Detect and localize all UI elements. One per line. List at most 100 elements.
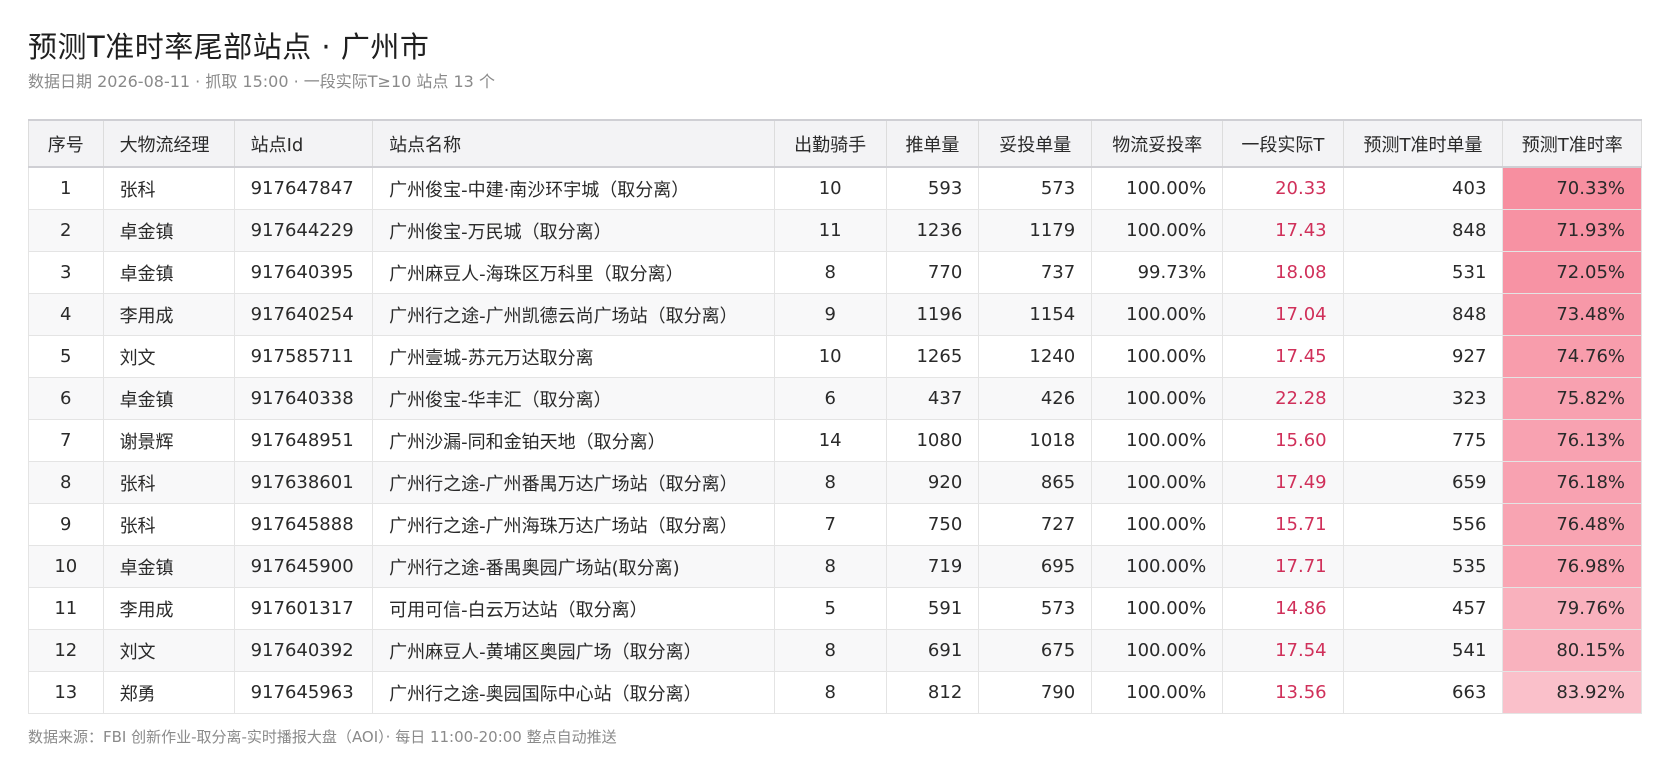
cell-index: 11	[28, 587, 104, 630]
cell-predicted-ontime-rate: 80.15%	[1502, 629, 1642, 672]
cell-riders: 10	[773, 335, 887, 378]
cell-pushed-orders: 812	[885, 671, 980, 714]
col-header-delivery-rate[interactable]: 物流妥投率	[1091, 119, 1224, 168]
cell-predicted-ontime-rate: 73.48%	[1502, 293, 1642, 336]
cell-index: 10	[28, 545, 104, 588]
cell-predicted-ontime-rate: 74.76%	[1502, 335, 1642, 378]
cell-manager: 李用成	[102, 293, 235, 336]
cell-pushed-orders: 593	[885, 166, 980, 210]
table-row[interactable]: 5 刘文 917585711 广州壹城-苏元万达取分离 10 1265 1240 100.00…	[28, 335, 1642, 378]
cell-station-id: 917640392	[233, 629, 374, 672]
cell-riders: 8	[773, 461, 887, 504]
cell-manager: 谢景辉	[102, 419, 235, 462]
table-row[interactable]: 13 郑勇 917645963 广州行之途-奥园国际中心站（取分离） 8 812 790 10…	[28, 671, 1642, 714]
table-row[interactable]: 2 卓金镇 917644229 广州俊宝-万民城（取分离） 11 1236 1179 100.…	[28, 209, 1642, 252]
col-header-station-name[interactable]: 站点名称	[372, 119, 775, 168]
cell-actual-t: 14.86	[1222, 587, 1344, 630]
cell-predicted-ontime-rate: 76.13%	[1502, 419, 1642, 462]
cell-predicted-ontime-orders: 848	[1342, 293, 1504, 336]
cell-manager: 张科	[102, 503, 235, 546]
col-header-manager[interactable]: 大物流经理	[102, 119, 235, 168]
col-header-index[interactable]: 序号	[28, 119, 104, 168]
table-row[interactable]: 8 张科 917638601 广州行之途-广州番禺万达广场站（取分离） 8 920 865 1…	[28, 461, 1642, 504]
cell-manager: 卓金镇	[102, 377, 235, 420]
cell-pushed-orders: 1080	[885, 419, 980, 462]
cell-pushed-orders: 1196	[885, 293, 980, 336]
cell-delivered-orders: 1018	[978, 419, 1093, 462]
cell-station-id: 917647847	[233, 166, 374, 210]
cell-predicted-ontime-rate: 71.93%	[1502, 209, 1642, 252]
cell-index: 2	[28, 209, 104, 252]
cell-manager: 卓金镇	[102, 209, 235, 252]
cell-station-name: 可用可信-白云万达站（取分离）	[372, 587, 775, 630]
cell-riders: 14	[773, 419, 887, 462]
table-row[interactable]: 6 卓金镇 917640338 广州俊宝-华丰汇（取分离） 6 437 426 100.00%…	[28, 377, 1642, 420]
cell-index: 6	[28, 377, 104, 420]
cell-delivery-rate: 99.73%	[1091, 251, 1224, 294]
col-header-actual-t[interactable]: 一段实际T	[1222, 119, 1344, 168]
cell-actual-t: 22.28	[1222, 377, 1344, 420]
cell-riders: 5	[773, 587, 887, 630]
cell-delivered-orders: 1240	[978, 335, 1093, 378]
cell-riders: 9	[773, 293, 887, 336]
cell-delivered-orders: 573	[978, 166, 1093, 210]
table-row[interactable]: 4 李用成 917640254 广州行之途-广州凯德云尚广场站（取分离） 9 1196 11…	[28, 293, 1642, 336]
cell-station-id: 917640254	[233, 293, 374, 336]
cell-riders: 7	[773, 503, 887, 546]
table-row[interactable]: 9 张科 917645888 广州行之途-广州海珠万达广场站（取分离） 7 750 727 1…	[28, 503, 1642, 546]
cell-predicted-ontime-rate: 76.98%	[1502, 545, 1642, 588]
cell-station-name: 广州行之途-广州海珠万达广场站（取分离）	[372, 503, 775, 546]
cell-delivery-rate: 100.00%	[1091, 629, 1224, 672]
table-row[interactable]: 7 谢景辉 917648951 广州沙漏-同和金铂天地（取分离） 14 1080 1018 1…	[28, 419, 1642, 462]
cell-pushed-orders: 719	[885, 545, 980, 588]
cell-station-id: 917645900	[233, 545, 374, 588]
col-header-predicted-ontime-rate[interactable]: 预测T准时率	[1502, 119, 1642, 168]
cell-delivery-rate: 100.00%	[1091, 166, 1224, 210]
cell-pushed-orders: 437	[885, 377, 980, 420]
cell-manager: 刘文	[102, 335, 235, 378]
table-row[interactable]: 3 卓金镇 917640395 广州麻豆人-海珠区万科里（取分离） 8 770 737 99.…	[28, 251, 1642, 294]
cell-station-name: 广州壹城-苏元万达取分离	[372, 335, 775, 378]
cell-station-id: 917640395	[233, 251, 374, 294]
cell-station-name: 广州沙漏-同和金铂天地（取分离）	[372, 419, 775, 462]
cell-actual-t: 15.60	[1222, 419, 1344, 462]
cell-index: 4	[28, 293, 104, 336]
cell-delivery-rate: 100.00%	[1091, 587, 1224, 630]
col-header-pushed-orders[interactable]: 推单量	[885, 119, 980, 168]
cell-actual-t: 17.45	[1222, 335, 1344, 378]
cell-station-id: 917645888	[233, 503, 374, 546]
cell-delivered-orders: 695	[978, 545, 1093, 588]
tail-stations-table: 序号 大物流经理 站点Id 站点名称 出勤骑手 推单量 妥投单量 物流妥投率 一…	[28, 119, 1642, 714]
table-row[interactable]: 11 李用成 917601317 可用可信-白云万达站（取分离） 5 591 573 100.…	[28, 587, 1642, 630]
cell-index: 5	[28, 335, 104, 378]
cell-delivery-rate: 100.00%	[1091, 461, 1224, 504]
cell-actual-t: 17.43	[1222, 209, 1344, 252]
table-row[interactable]: 1 张科 917647847 广州俊宝-中建·南沙环宇城（取分离） 10 593 573 10…	[28, 166, 1642, 210]
cell-index: 13	[28, 671, 104, 714]
table-row[interactable]: 10 卓金镇 917645900 广州行之途-番禺奥园广场站(取分离) 8 719 695 1…	[28, 545, 1642, 588]
cell-riders: 8	[773, 629, 887, 672]
cell-predicted-ontime-orders: 457	[1342, 587, 1504, 630]
cell-pushed-orders: 750	[885, 503, 980, 546]
cell-predicted-ontime-rate: 70.33%	[1502, 166, 1642, 210]
cell-station-name: 广州麻豆人-海珠区万科里（取分离）	[372, 251, 775, 294]
cell-station-name: 广州行之途-广州番禺万达广场站（取分离）	[372, 461, 775, 504]
cell-predicted-ontime-orders: 403	[1342, 166, 1504, 210]
cell-station-id: 917601317	[233, 587, 374, 630]
cell-station-name: 广州行之途-广州凯德云尚广场站（取分离）	[372, 293, 775, 336]
cell-manager: 刘文	[102, 629, 235, 672]
col-header-predicted-ontime-orders[interactable]: 预测T准时单量	[1342, 119, 1504, 168]
cell-station-id: 917585711	[233, 335, 374, 378]
col-header-riders[interactable]: 出勤骑手	[773, 119, 887, 168]
cell-predicted-ontime-orders: 541	[1342, 629, 1504, 672]
cell-riders: 8	[773, 251, 887, 294]
col-header-delivered-orders[interactable]: 妥投单量	[978, 119, 1093, 168]
cell-predicted-ontime-orders: 927	[1342, 335, 1504, 378]
cell-delivered-orders: 573	[978, 587, 1093, 630]
cell-predicted-ontime-rate: 76.48%	[1502, 503, 1642, 546]
col-header-station-id[interactable]: 站点Id	[233, 119, 374, 168]
cell-index: 8	[28, 461, 104, 504]
cell-manager: 张科	[102, 166, 235, 210]
cell-station-id: 917645963	[233, 671, 374, 714]
table-row[interactable]: 12 刘文 917640392 广州麻豆人-黄埔区奥园广场（取分离） 8 691 675 10…	[28, 629, 1642, 672]
